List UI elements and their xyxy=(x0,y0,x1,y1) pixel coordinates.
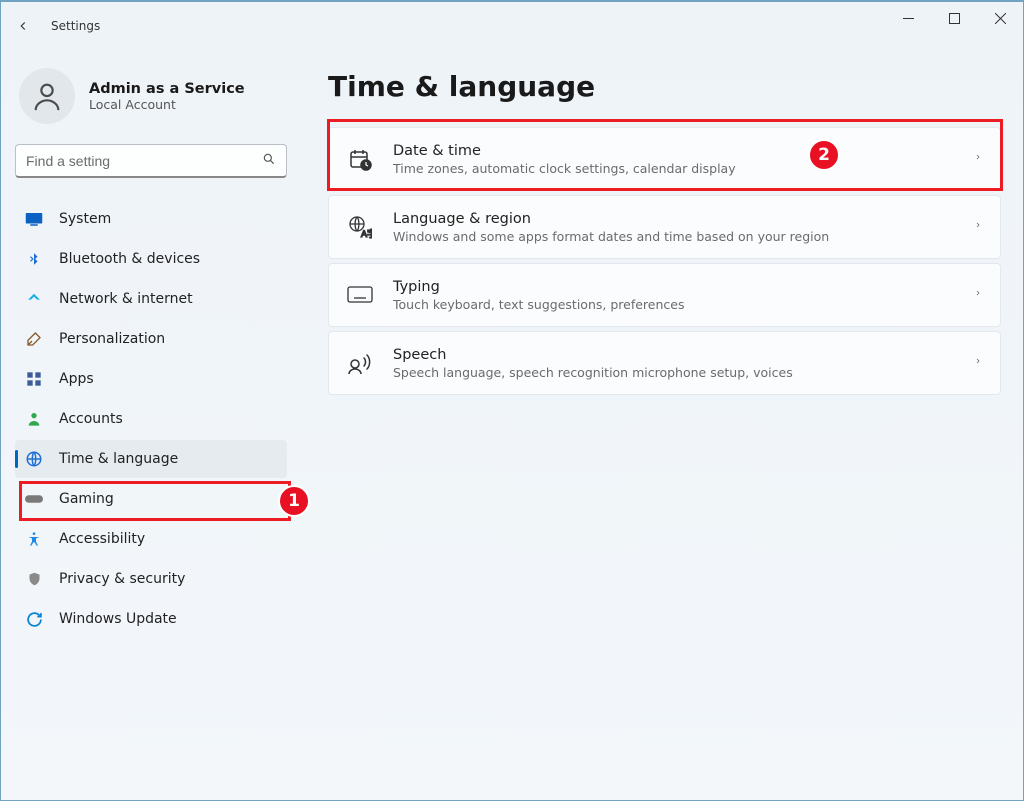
sidebar-item-gaming[interactable]: Gaming xyxy=(15,480,287,518)
sidebar-item-label: Accounts xyxy=(59,411,123,427)
sidebar-item-label: Personalization xyxy=(59,331,165,347)
chevron-right-icon xyxy=(974,287,982,303)
card-description: Windows and some apps format dates and t… xyxy=(393,229,954,244)
maximize-button[interactable] xyxy=(931,2,977,34)
speech-icon xyxy=(347,350,373,376)
apps-icon xyxy=(25,370,43,388)
minimize-button[interactable] xyxy=(885,2,931,34)
settings-card-list: Date & time Time zones, automatic clock s… xyxy=(328,127,1001,395)
svg-text:A字: A字 xyxy=(361,228,372,239)
sidebar-item-privacy-security[interactable]: Privacy & security xyxy=(15,560,287,598)
sidebar-item-apps[interactable]: Apps xyxy=(15,360,287,398)
sidebar-item-label: Gaming xyxy=(59,491,114,507)
sidebar: Admin as a Service Local Account System B… xyxy=(1,50,301,640)
window-controls xyxy=(885,2,1023,50)
search-input[interactable] xyxy=(26,153,262,169)
account-type: Local Account xyxy=(89,97,245,112)
monitor-icon xyxy=(25,210,43,228)
sidebar-item-time-language[interactable]: Time & language xyxy=(15,440,287,478)
sidebar-item-label: Windows Update xyxy=(59,611,177,627)
account-block[interactable]: Admin as a Service Local Account xyxy=(15,62,287,144)
card-language-region[interactable]: A字 Language & region Windows and some apps… xyxy=(328,195,1001,259)
search-icon xyxy=(262,152,276,170)
keyboard-icon xyxy=(347,282,373,308)
sidebar-item-label: Accessibility xyxy=(59,531,145,547)
avatar xyxy=(19,68,75,124)
search-box[interactable] xyxy=(15,144,287,178)
card-date-time[interactable]: Date & time Time zones, automatic clock s… xyxy=(328,127,1001,191)
sidebar-item-accounts[interactable]: Accounts xyxy=(15,400,287,438)
update-icon xyxy=(25,610,43,628)
sidebar-item-personalization[interactable]: Personalization xyxy=(15,320,287,358)
sidebar-item-windows-update[interactable]: Windows Update xyxy=(15,600,287,638)
globe-icon xyxy=(25,450,43,468)
wifi-icon xyxy=(25,290,43,308)
close-button[interactable] xyxy=(977,2,1023,34)
titlebar: Settings xyxy=(1,2,1023,50)
nav-list: System Bluetooth & devices Network & inter… xyxy=(15,200,287,638)
shield-icon xyxy=(25,570,43,588)
language-icon: A字 xyxy=(347,214,373,240)
chevron-right-icon xyxy=(974,355,982,371)
chevron-right-icon xyxy=(974,219,982,235)
chevron-right-icon xyxy=(974,151,982,167)
main-content: Time & language Date & time Time zones, a… xyxy=(328,52,1001,395)
card-description: Touch keyboard, text suggestions, prefer… xyxy=(393,297,954,312)
sidebar-item-label: Apps xyxy=(59,371,94,387)
card-speech[interactable]: Speech Speech language, speech recognitio… xyxy=(328,331,1001,395)
brush-icon xyxy=(25,330,43,348)
sidebar-item-label: Network & internet xyxy=(59,291,193,307)
card-title: Speech xyxy=(393,347,954,363)
sidebar-item-network-internet[interactable]: Network & internet xyxy=(15,280,287,318)
sidebar-item-system[interactable]: System xyxy=(15,200,287,238)
card-title: Typing xyxy=(393,279,954,295)
sidebar-item-label: Bluetooth & devices xyxy=(59,251,200,267)
back-button[interactable] xyxy=(1,2,45,50)
account-name: Admin as a Service xyxy=(89,81,245,97)
card-description: Time zones, automatic clock settings, ca… xyxy=(393,161,954,176)
bluetooth-icon xyxy=(25,250,43,268)
sidebar-item-label: Time & language xyxy=(59,451,178,467)
card-typing[interactable]: Typing Touch keyboard, text suggestions, … xyxy=(328,263,1001,327)
person-icon xyxy=(25,410,43,428)
card-title: Date & time xyxy=(393,143,954,159)
calendar-clock-icon xyxy=(347,146,373,172)
sidebar-item-label: System xyxy=(59,211,111,227)
page-title: Time & language xyxy=(328,70,1001,103)
access-icon xyxy=(25,530,43,548)
card-title: Language & region xyxy=(393,211,954,227)
sidebar-item-label: Privacy & security xyxy=(59,571,185,587)
app-title: Settings xyxy=(51,19,100,33)
sidebar-item-bluetooth-devices[interactable]: Bluetooth & devices xyxy=(15,240,287,278)
card-description: Speech language, speech recognition micr… xyxy=(393,365,954,380)
sidebar-item-accessibility[interactable]: Accessibility xyxy=(15,520,287,558)
gamepad-icon xyxy=(25,490,43,508)
